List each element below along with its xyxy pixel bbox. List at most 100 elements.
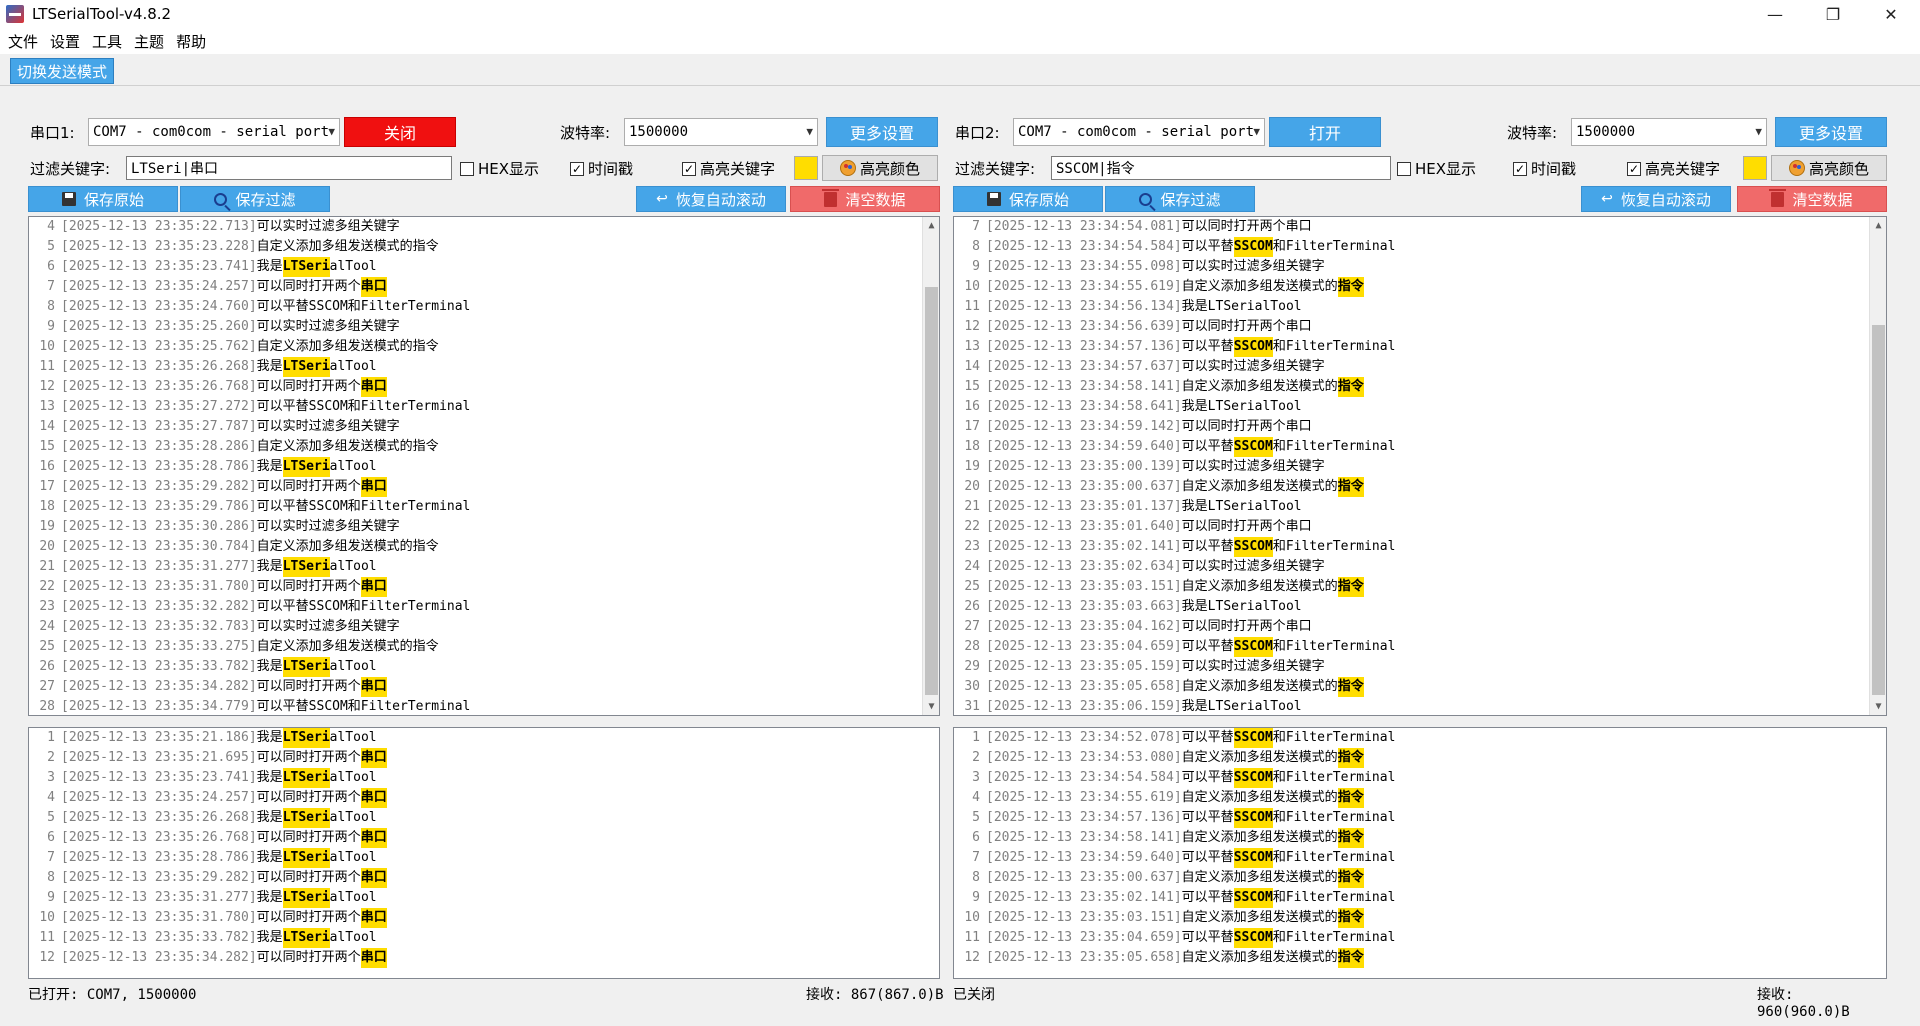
hex-display-label: HEX显示 — [478, 160, 540, 178]
restore-autoscroll-button[interactable]: ↩ 恢复自动滚动 — [636, 186, 786, 212]
highlighted-keyword: 串口 — [360, 828, 387, 848]
switch-send-mode-button[interactable]: 切换发送模式 — [10, 58, 115, 84]
log-message: 可以实时过滤多组关键字 — [256, 319, 400, 334]
scroll-thumb[interactable] — [1872, 325, 1885, 695]
line-number: 26 — [964, 599, 980, 614]
menu-theme[interactable]: 主题 — [130, 31, 172, 52]
menu-settings[interactable]: 设置 — [46, 31, 88, 52]
log-message: 可以同时打开两个 — [256, 479, 361, 494]
menu-file[interactable]: 文件 — [4, 31, 46, 52]
vertical-scrollbar[interactable]: ▲ ▼ — [922, 217, 939, 715]
line-number: 4 — [47, 219, 55, 234]
line-number: 22 — [964, 519, 980, 534]
highlighted-keyword: SSCOM — [1233, 637, 1273, 657]
log-line: 12 [2025-12-13 23:35:34.282] 可以同时打开两个 串口 — [29, 948, 939, 968]
timestamp-checkbox[interactable]: ✓ 时间戳 — [1513, 158, 1576, 179]
checkmark-icon[interactable]: ✓ — [570, 161, 584, 176]
timestamp-checkbox[interactable]: ✓ 时间戳 — [570, 158, 633, 179]
log-line: 5 [2025-12-13 23:35:23.228] 自定义添加多组发送模式的指令 — [29, 237, 939, 257]
more-settings-button[interactable]: 更多设置 — [1775, 117, 1887, 147]
log-timestamp: [2025-12-13 23:35:30.784] — [61, 539, 257, 554]
highlight-color-button[interactable]: 高亮颜色 — [822, 155, 938, 181]
save-raw-label: 保存原始 — [83, 190, 144, 209]
scroll-down-icon[interactable]: ▼ — [1870, 698, 1886, 715]
hex-display-checkbox[interactable]: HEX显示 — [1397, 158, 1476, 179]
raw-log-area[interactable]: 4 [2025-12-13 23:35:22.713] 可以实时过滤多组关键字 5 [2… — [28, 216, 940, 716]
scroll-up-icon[interactable]: ▲ — [923, 217, 939, 234]
log-line: 24 [2025-12-13 23:35:32.783] 可以实时过滤多组关键字 — [29, 617, 939, 637]
log-message: 和FilterTerminal — [1272, 890, 1396, 905]
port-toggle-button[interactable]: 关闭 — [344, 117, 456, 147]
scroll-down-icon[interactable]: ▼ — [923, 698, 939, 715]
log-timestamp: [2025-12-13 23:35:24.257] — [61, 279, 257, 294]
filter-input[interactable]: LTSeri|串口 — [126, 156, 452, 180]
highlighted-keyword: 指令 — [1337, 377, 1364, 397]
menu-help[interactable]: 帮助 — [172, 31, 214, 52]
port-toggle-button[interactable]: 打开 — [1269, 117, 1381, 147]
vertical-scrollbar[interactable]: ▲ ▼ — [1869, 217, 1886, 715]
restore-autoscroll-button[interactable]: ↩ 恢复自动滚动 — [1581, 186, 1731, 212]
close-icon[interactable]: ✕ — [1862, 0, 1920, 28]
log-message: 自定义添加多组发送模式的 — [1181, 679, 1338, 694]
menu-tools[interactable]: 工具 — [88, 31, 130, 52]
checkbox-box[interactable] — [460, 161, 474, 176]
clear-data-button[interactable]: 清空数据 — [1737, 186, 1887, 212]
line-number: 8 — [47, 870, 55, 885]
log-timestamp: [2025-12-13 23:35:02.634] — [986, 559, 1182, 574]
line-number: 1 — [47, 730, 55, 745]
restore-icon[interactable]: ❐ — [1804, 0, 1862, 28]
receive-counter: 接收: 960(960.0)B — [1757, 987, 1850, 1020]
log-line: 19 [2025-12-13 23:35:00.139] 可以实时过滤多组关键字 — [954, 457, 1886, 477]
line-number: 18 — [39, 499, 55, 514]
filter-input[interactable]: SSCOM|指令 — [1051, 156, 1391, 180]
log-line: 8 [2025-12-13 23:35:00.637] 自定义添加多组发送模式的 指令 — [954, 868, 1886, 888]
save-raw-button[interactable]: 保存原始 — [953, 186, 1103, 212]
checkmark-icon[interactable]: ✓ — [1627, 161, 1641, 176]
highlight-checkbox[interactable]: ✓ 高亮关键字 — [1627, 158, 1720, 179]
baud-select[interactable]: 1500000 ▼ — [1571, 118, 1767, 146]
line-number: 11 — [39, 930, 55, 945]
save-raw-button[interactable]: 保存原始 — [28, 186, 178, 212]
checkmark-icon[interactable]: ✓ — [682, 161, 696, 176]
hex-display-checkbox[interactable]: HEX显示 — [460, 158, 539, 179]
filtered-log-area[interactable]: 1 [2025-12-13 23:35:21.186] 我是 LTSeri alTool… — [28, 727, 940, 979]
port-select[interactable]: COM7 - com0com - serial port ▼ — [88, 118, 340, 146]
checkmark-icon[interactable]: ✓ — [1513, 161, 1527, 176]
line-number: 2 — [972, 750, 980, 765]
checkbox-box[interactable] — [1397, 161, 1411, 176]
log-message: 可以同时打开两个 — [256, 870, 361, 885]
highlighted-keyword: SSCOM — [1233, 928, 1273, 948]
log-line: 11 [2025-12-13 23:35:04.659] 可以平替 SSCOM 和Fil… — [954, 928, 1886, 948]
raw-log-area[interactable]: 7 [2025-12-13 23:34:54.081] 可以同时打开两个串口 8 [20… — [953, 216, 1887, 716]
highlight-color-button[interactable]: 高亮颜色 — [1771, 155, 1887, 181]
baud-select[interactable]: 1500000 ▼ — [624, 118, 818, 146]
highlighted-keyword: LTSeri — [282, 928, 330, 948]
log-line: 5 [2025-12-13 23:34:57.136] 可以平替 SSCOM 和Filt… — [954, 808, 1886, 828]
log-message: 我是LTSerialTool — [1181, 299, 1302, 314]
filtered-log-area[interactable]: 1 [2025-12-13 23:34:52.078] 可以平替 SSCOM 和Filt… — [953, 727, 1887, 979]
highlighted-keyword: SSCOM — [1233, 848, 1273, 868]
highlight-label: 高亮关键字 — [700, 160, 776, 178]
clear-data-button[interactable]: 清空数据 — [790, 186, 940, 212]
log-timestamp: [2025-12-13 23:34:54.584] — [986, 770, 1182, 785]
port-select[interactable]: COM7 - com0com - serial port ▼ — [1013, 118, 1265, 146]
line-number: 16 — [964, 399, 980, 414]
highlight-color-swatch[interactable] — [1743, 156, 1767, 180]
highlight-checkbox[interactable]: ✓ 高亮关键字 — [682, 158, 775, 179]
log-message: alTool — [329, 459, 377, 474]
log-line: 14 [2025-12-13 23:35:27.787] 可以实时过滤多组关键字 — [29, 417, 939, 437]
minimize-icon[interactable]: — — [1746, 0, 1804, 28]
log-message: 和FilterTerminal — [1272, 339, 1396, 354]
restore-autoscroll-label: 恢复自动滚动 — [675, 190, 766, 209]
log-message: 和FilterTerminal — [1272, 850, 1396, 865]
highlight-color-swatch[interactable] — [794, 156, 818, 180]
save-filter-button[interactable]: 保存过滤 — [180, 186, 330, 212]
more-settings-button[interactable]: 更多设置 — [826, 117, 938, 147]
scroll-up-icon[interactable]: ▲ — [1870, 217, 1886, 234]
log-line: 4 [2025-12-13 23:35:24.257] 可以同时打开两个 串口 — [29, 788, 939, 808]
window-controls: — ❐ ✕ — [1746, 0, 1920, 28]
scroll-thumb[interactable] — [925, 287, 938, 695]
line-number: 10 — [964, 279, 980, 294]
save-filter-button[interactable]: 保存过滤 — [1105, 186, 1255, 212]
line-number: 6 — [47, 830, 55, 845]
